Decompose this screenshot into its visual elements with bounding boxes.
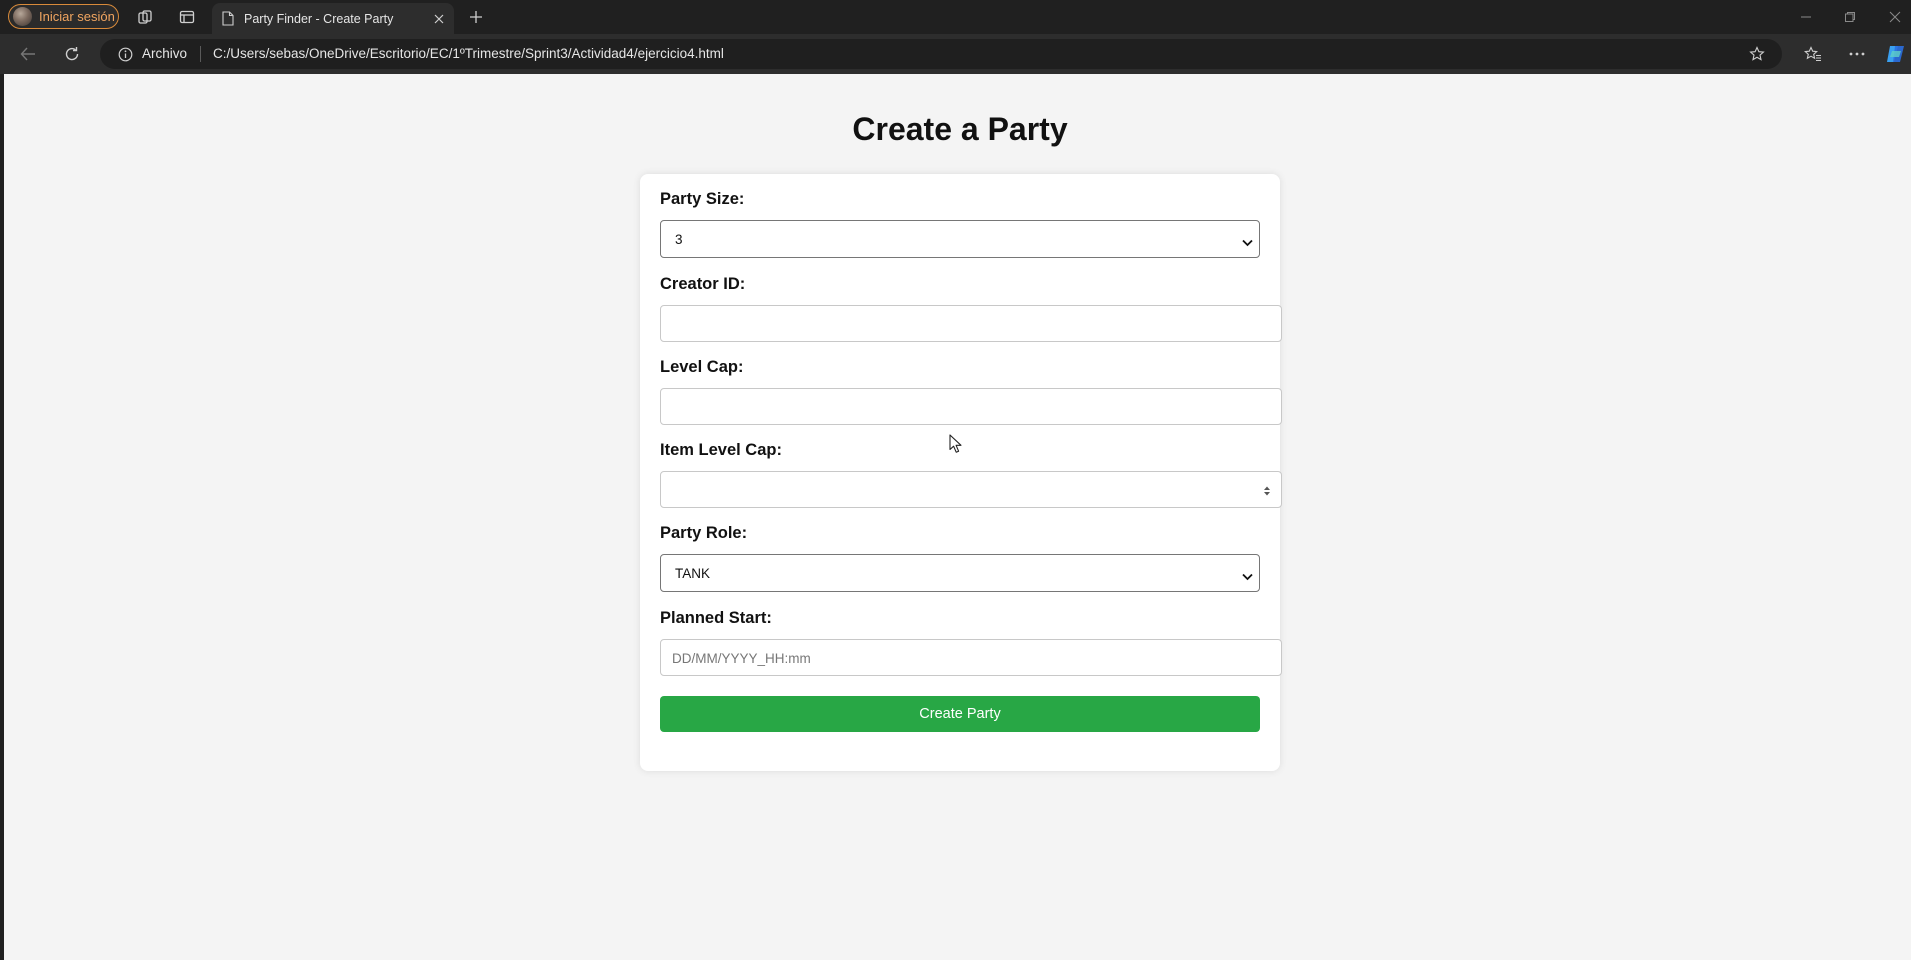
profile-button[interactable]: Iniciar sesión bbox=[8, 4, 119, 29]
minimize-icon[interactable] bbox=[1796, 7, 1816, 27]
address-bar[interactable]: Archivo C:/Users/sebas/OneDrive/Escritor… bbox=[100, 39, 1782, 69]
favorite-star-icon[interactable] bbox=[1748, 45, 1766, 63]
item-level-cap-label: Item Level Cap: bbox=[660, 441, 782, 459]
close-icon[interactable] bbox=[434, 14, 444, 24]
party-form: Party Size: 3 Creator ID: Level Cap: Ite… bbox=[640, 174, 1282, 771]
info-icon[interactable] bbox=[117, 46, 133, 62]
back-icon[interactable] bbox=[18, 44, 38, 64]
planned-start-input[interactable]: DD/MM/YYYY_HH:mm bbox=[660, 639, 1282, 676]
more-icon[interactable] bbox=[1847, 44, 1867, 64]
new-tab-icon[interactable] bbox=[466, 7, 486, 27]
party-role-select[interactable]: TANK bbox=[660, 554, 1260, 592]
tab-title: Party Finder - Create Party bbox=[244, 11, 394, 26]
level-cap-input[interactable] bbox=[660, 388, 1282, 425]
party-size-value: 3 bbox=[675, 232, 683, 247]
url-text[interactable]: C:/Users/sebas/OneDrive/Escritorio/EC/1º… bbox=[213, 46, 724, 61]
creator-id-input[interactable] bbox=[660, 305, 1282, 342]
creator-id-label: Creator ID: bbox=[660, 275, 746, 293]
party-role-label: Party Role: bbox=[660, 524, 748, 542]
chevron-down-icon bbox=[1242, 568, 1253, 586]
party-size-label: Party Size: bbox=[660, 190, 745, 208]
profile-label: Iniciar sesión bbox=[39, 9, 115, 24]
create-party-button[interactable]: Create Party bbox=[660, 696, 1260, 732]
browser-tab-bar: Iniciar sesión Party Finder - Create Par… bbox=[0, 0, 1911, 34]
page-viewport: Create a Party Party Size: 3 Creator ID:… bbox=[4, 74, 1911, 960]
tab-actions-icon[interactable] bbox=[177, 7, 197, 27]
copilot-icon[interactable] bbox=[1885, 43, 1907, 65]
address-scheme-label: Archivo bbox=[142, 46, 188, 61]
chevron-down-icon bbox=[1242, 234, 1253, 252]
planned-start-placeholder: DD/MM/YYYY_HH:mm bbox=[672, 651, 811, 666]
avatar bbox=[13, 7, 32, 26]
level-cap-label: Level Cap: bbox=[660, 358, 744, 376]
mouse-cursor-icon bbox=[949, 434, 963, 459]
browser-toolbar: Archivo C:/Users/sebas/OneDrive/Escritor… bbox=[0, 34, 1911, 74]
tab-active[interactable]: Party Finder - Create Party bbox=[212, 3, 454, 34]
workspaces-icon[interactable] bbox=[135, 7, 155, 27]
refresh-icon[interactable] bbox=[62, 44, 82, 64]
favorites-icon[interactable] bbox=[1803, 44, 1823, 64]
item-level-cap-input[interactable] bbox=[660, 471, 1282, 508]
window-close-icon[interactable] bbox=[1885, 7, 1905, 27]
address-divider bbox=[200, 46, 201, 62]
planned-start-label: Planned Start: bbox=[660, 609, 772, 627]
spinner-icon[interactable] bbox=[1263, 484, 1271, 502]
party-size-select[interactable]: 3 bbox=[660, 220, 1260, 258]
page-icon bbox=[222, 11, 234, 26]
party-role-value: TANK bbox=[675, 566, 711, 581]
page-title: Create a Party bbox=[852, 111, 1068, 147]
restore-icon[interactable] bbox=[1840, 7, 1860, 27]
